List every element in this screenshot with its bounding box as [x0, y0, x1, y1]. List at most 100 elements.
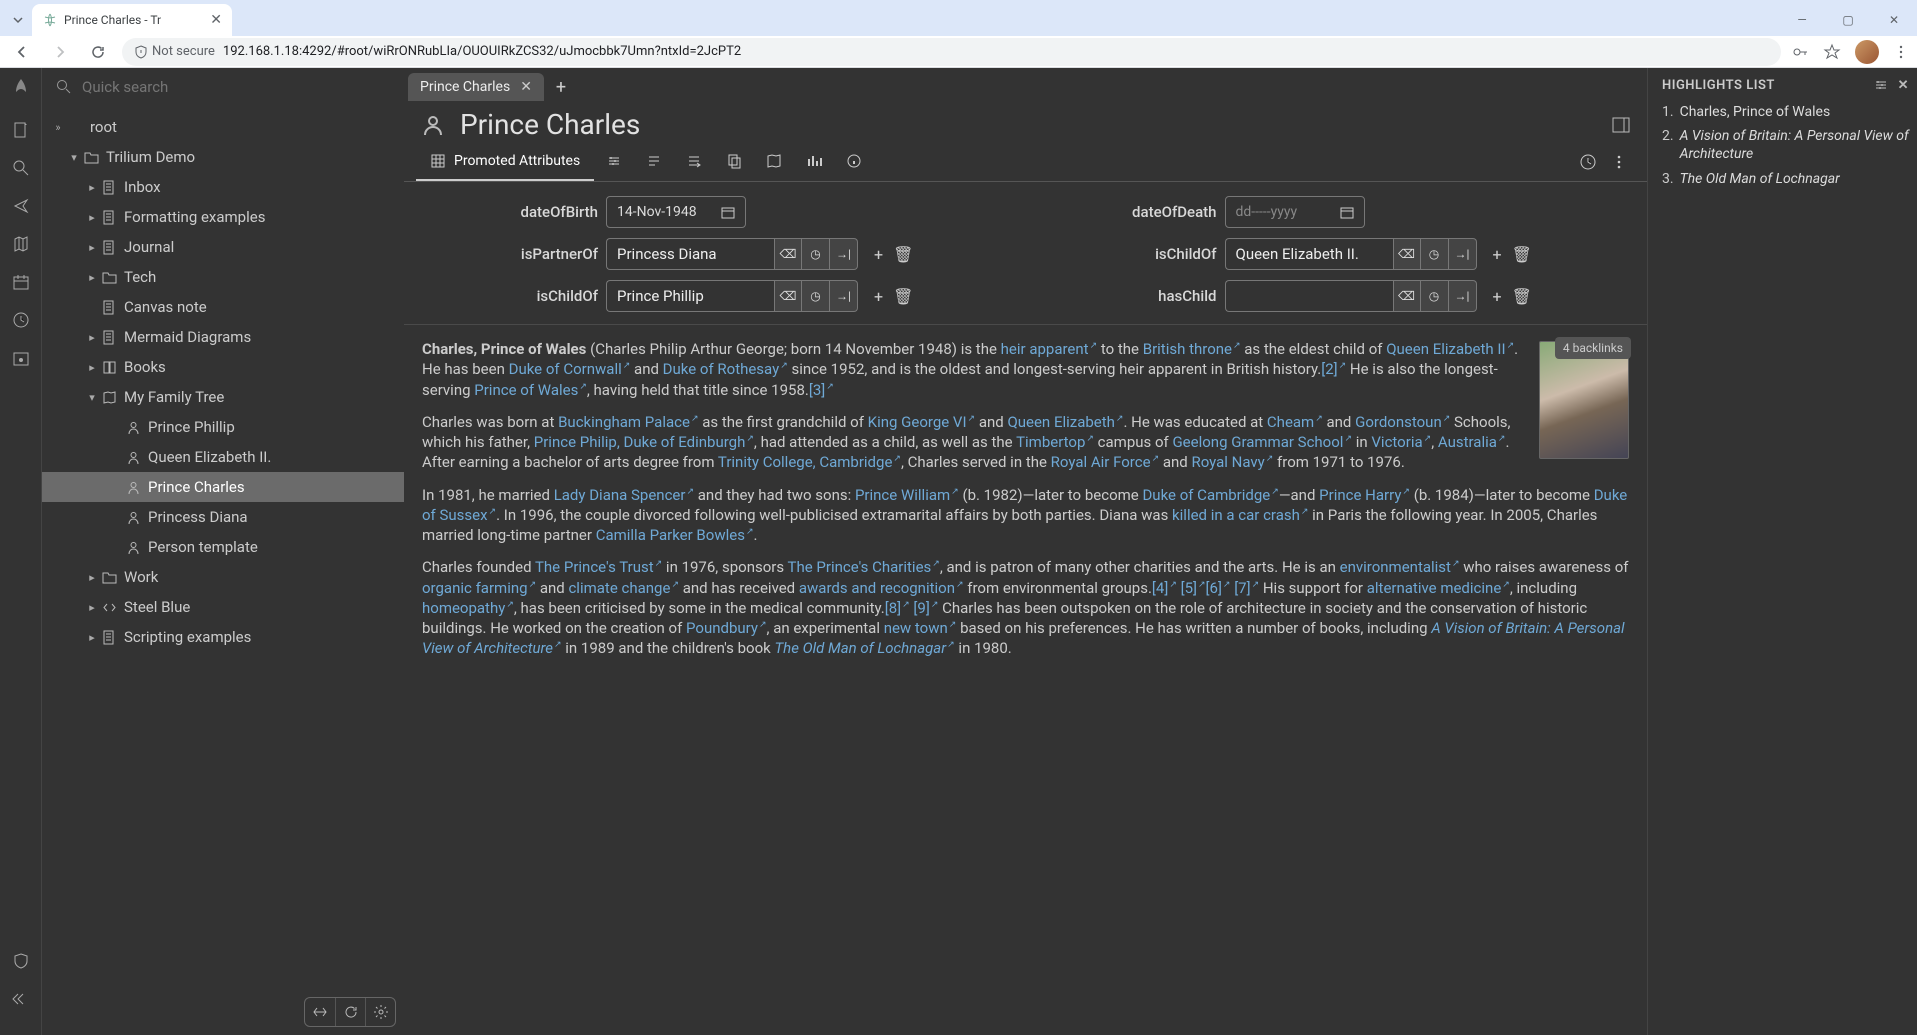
- calendar-picker-icon[interactable]: [1340, 205, 1354, 219]
- attr-add-icon[interactable]: +: [1493, 287, 1502, 306]
- link[interactable]: organic farming↗: [422, 579, 536, 597]
- link[interactable]: King George VI↗: [868, 413, 975, 431]
- reload-button[interactable]: [84, 38, 112, 66]
- link[interactable]: British throne↗: [1143, 340, 1241, 358]
- tab-close-icon[interactable]: ✕: [210, 12, 222, 28]
- ref-link[interactable]: [2]↗: [1321, 360, 1346, 378]
- tree-item[interactable]: »root: [42, 112, 404, 142]
- tree-settings-button[interactable]: [365, 998, 395, 1026]
- link[interactable]: environmentalist↗: [1340, 558, 1460, 576]
- tree-item[interactable]: ▸Books: [42, 352, 404, 382]
- attr-add-icon[interactable]: +: [1493, 245, 1502, 264]
- ribbon-info-icon[interactable]: [834, 143, 874, 181]
- rel-goto-icon[interactable]: →|: [1449, 238, 1477, 270]
- tree-item[interactable]: ▾My Family Tree: [42, 382, 404, 412]
- ref-link[interactable]: [5]↗: [1181, 579, 1206, 597]
- jump-icon[interactable]: [11, 196, 31, 216]
- rel-clear-icon[interactable]: ⌫: [1393, 238, 1421, 270]
- ribbon-note-paths-icon[interactable]: [714, 143, 754, 181]
- tree-item[interactable]: Prince Charles: [42, 472, 404, 502]
- tree-item[interactable]: Canvas note: [42, 292, 404, 322]
- ribbon-inherited-attrs-icon[interactable]: [674, 143, 714, 181]
- tree-expand-icon[interactable]: ▸: [84, 181, 100, 194]
- toggle-right-pane-icon[interactable]: [1611, 115, 1631, 135]
- link[interactable]: Australia↗: [1438, 433, 1506, 451]
- link[interactable]: Geelong Grammar School↗: [1172, 433, 1352, 451]
- link[interactable]: killed in a car crash↗: [1172, 506, 1308, 524]
- tree-item[interactable]: ▸Work: [42, 562, 404, 592]
- link[interactable]: new town↗: [884, 619, 957, 637]
- shield-icon[interactable]: [11, 951, 31, 971]
- recent-icon[interactable]: [11, 310, 31, 330]
- tree-expand-icon[interactable]: ▸: [84, 241, 100, 254]
- attr-delete-icon[interactable]: 🗑: [893, 287, 913, 306]
- backlinks-badge[interactable]: 4 backlinks: [1555, 337, 1631, 359]
- link[interactable]: Duke of Cambridge↗: [1142, 486, 1278, 504]
- link[interactable]: Trinity College, Cambridge↗: [718, 453, 901, 471]
- tree-item[interactable]: Prince Phillip: [42, 412, 404, 442]
- link[interactable]: Prince Philip, Duke of Edinburgh↗: [534, 433, 754, 451]
- tree-item[interactable]: ▸Tech: [42, 262, 404, 292]
- link[interactable]: heir apparent↗: [1001, 340, 1097, 358]
- rel-clear-icon[interactable]: ⌫: [1393, 280, 1421, 312]
- tree-item[interactable]: ▸Scripting examples: [42, 622, 404, 652]
- highlight-item[interactable]: A Vision of Britain: A Personal View of …: [1662, 127, 1909, 163]
- tree-collapse-button[interactable]: [305, 998, 335, 1026]
- tab-menu-chevron[interactable]: [8, 4, 28, 36]
- tree-item[interactable]: ▸Formatting examples: [42, 202, 404, 232]
- link[interactable]: Duke of Cornwall↗: [509, 360, 631, 378]
- link[interactable]: Victoria↗: [1371, 433, 1431, 451]
- tree-item[interactable]: Princess Diana: [42, 502, 404, 532]
- link[interactable]: Prince William↗: [855, 486, 959, 504]
- tree-item[interactable]: ▸Inbox: [42, 172, 404, 202]
- link[interactable]: Camilla Parker Bowles↗: [596, 526, 754, 544]
- date-of-birth-input[interactable]: 14-Nov-1948: [606, 196, 746, 228]
- profile-avatar[interactable]: [1855, 40, 1879, 64]
- ribbon-similar-notes-icon[interactable]: [794, 143, 834, 181]
- ref-link[interactable]: [7]↗: [1234, 579, 1259, 597]
- app-logo-icon[interactable]: [8, 76, 34, 102]
- is-partner-of-input[interactable]: [606, 238, 774, 270]
- highlights-settings-icon[interactable]: [1874, 78, 1888, 93]
- has-child-input[interactable]: [1225, 280, 1393, 312]
- tree-item[interactable]: Queen Elizabeth II.: [42, 442, 404, 472]
- highlights-close-icon[interactable]: ✕: [1898, 78, 1909, 93]
- today-icon[interactable]: [11, 348, 31, 368]
- link[interactable]: Duke of Rothesay↗: [663, 360, 788, 378]
- rel-goto-icon[interactable]: →|: [830, 238, 858, 270]
- attr-delete-icon[interactable]: 🗑: [893, 245, 913, 264]
- note-title[interactable]: Prince Charles: [460, 108, 1597, 141]
- ribbon-note-map-icon[interactable]: [754, 143, 794, 181]
- new-note-icon[interactable]: [11, 120, 31, 140]
- rel-clear-icon[interactable]: ⌫: [774, 238, 802, 270]
- window-close[interactable]: ✕: [1871, 4, 1917, 36]
- bookmark-star-icon[interactable]: [1823, 43, 1841, 61]
- link[interactable]: Poundbury↗: [686, 619, 767, 637]
- link[interactable]: Queen Elizabeth↗: [1007, 413, 1123, 431]
- tree-refresh-button[interactable]: [335, 998, 365, 1026]
- forward-button[interactable]: [46, 38, 74, 66]
- rel-history-icon[interactable]: ◷: [1421, 238, 1449, 270]
- search-icon[interactable]: [56, 79, 72, 95]
- tree-expand-icon[interactable]: ▾: [66, 151, 82, 164]
- link[interactable]: Lady Diana Spencer↗: [554, 486, 694, 504]
- tree-item[interactable]: ▸Journal: [42, 232, 404, 262]
- rel-goto-icon[interactable]: →|: [1449, 280, 1477, 312]
- ref-link[interactable]: [8]↗: [885, 599, 910, 617]
- calendar-icon[interactable]: [11, 272, 31, 292]
- link[interactable]: homeopathy↗: [422, 599, 514, 617]
- tree-expand-icon[interactable]: ▸: [84, 331, 100, 344]
- back-button[interactable]: [8, 38, 36, 66]
- link[interactable]: The Prince's Trust↗: [535, 558, 662, 576]
- tree-expand-icon[interactable]: ▸: [84, 601, 100, 614]
- ref-link[interactable]: [9]↗: [913, 599, 938, 617]
- is-child-of-input-2[interactable]: [606, 280, 774, 312]
- address-bar[interactable]: Not secure 192.168.1.18:4292/#root/wiRrO…: [122, 38, 1781, 66]
- tree-expand-icon[interactable]: ▸: [84, 571, 100, 584]
- link[interactable]: The Prince's Charities↗: [788, 558, 940, 576]
- ribbon-basic-props-icon[interactable]: [594, 143, 634, 181]
- note-revisions-icon[interactable]: [1579, 153, 1597, 171]
- rel-clear-icon[interactable]: ⌫: [774, 280, 802, 312]
- link[interactable]: Royal Air Force↗: [1051, 453, 1159, 471]
- tree-expand-icon[interactable]: ▸: [84, 211, 100, 224]
